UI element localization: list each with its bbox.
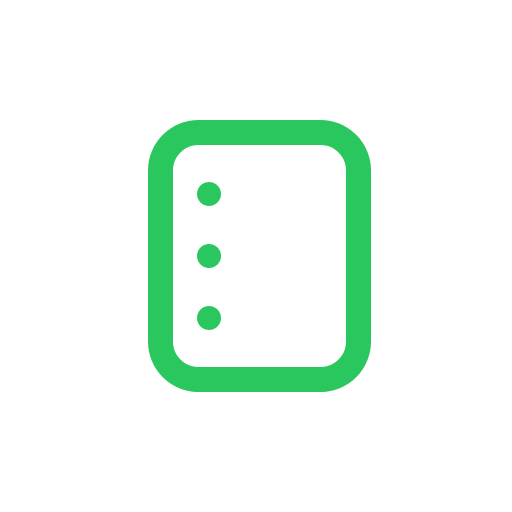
list-document-icon [148,120,371,392]
bullet-list [197,182,221,330]
document-outline [148,120,371,392]
bullet-dot [197,244,221,268]
bullet-dot [197,306,221,330]
icon-canvas [0,0,512,512]
bullet-dot [197,182,221,206]
